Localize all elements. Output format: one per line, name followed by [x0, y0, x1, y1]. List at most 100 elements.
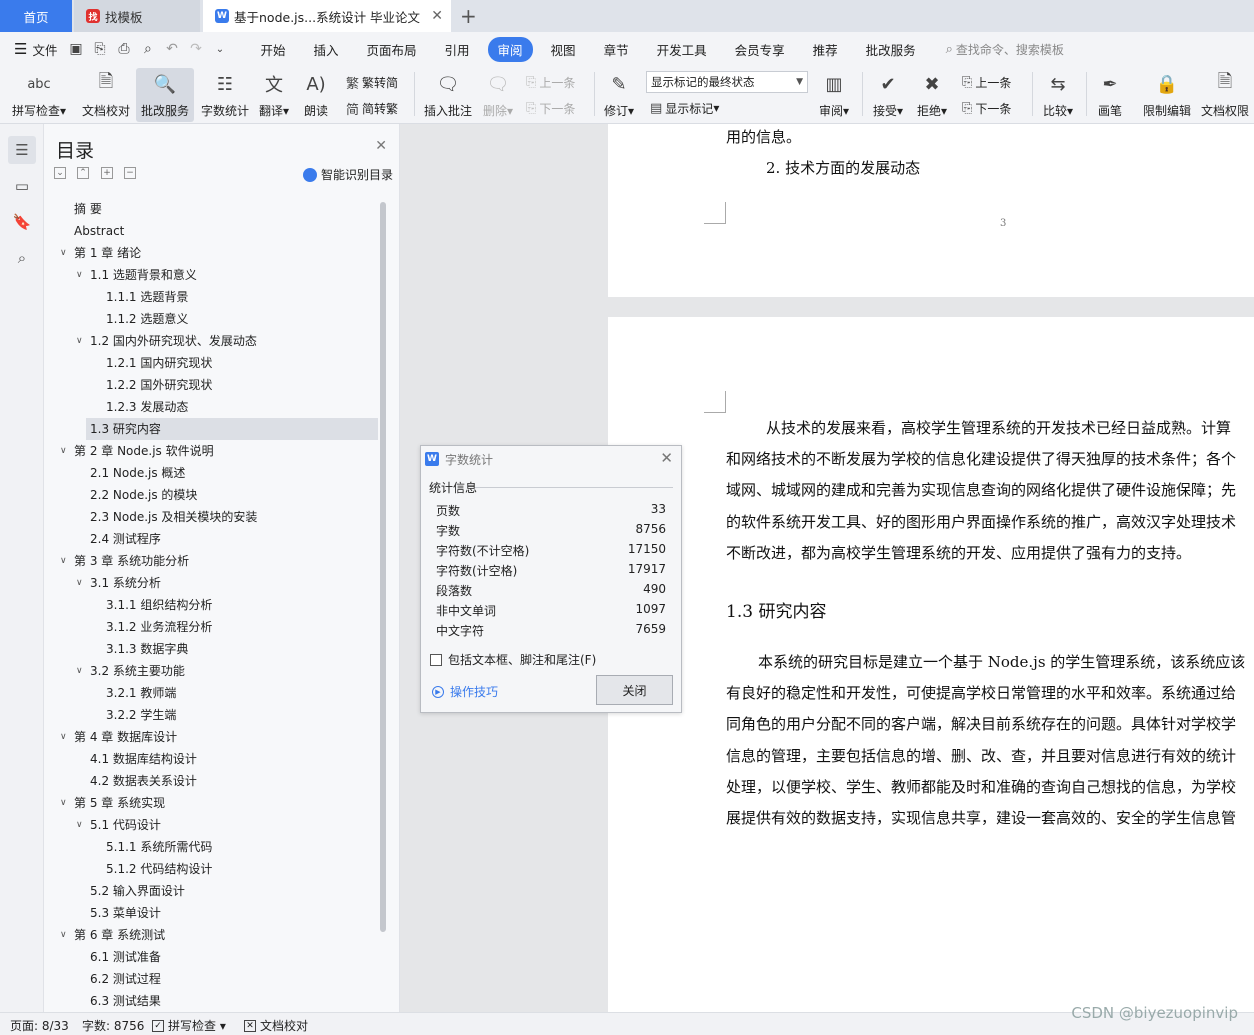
- review-service-button[interactable]: 🔍 批改服务: [136, 68, 194, 122]
- chevron-down-icon[interactable]: ∨: [76, 264, 83, 286]
- chevron-down-icon[interactable]: ∨: [76, 660, 83, 682]
- toc-item[interactable]: ∨ 5.1 代码设计: [52, 814, 378, 836]
- toc-item[interactable]: 3.1.2 业务流程分析: [52, 616, 378, 638]
- delete-comment-button[interactable]: 🗨 删除▾: [480, 68, 516, 122]
- compare-button[interactable]: ⇆ 比较▾: [1038, 68, 1078, 122]
- bookmark-icon[interactable]: 🔖: [8, 208, 36, 236]
- toc-item[interactable]: 6.3 测试结果: [52, 990, 378, 1012]
- toc-item[interactable]: 1.1.1 选题背景: [52, 286, 378, 308]
- toc-item[interactable]: 4.1 数据库结构设计: [52, 748, 378, 770]
- toc-item[interactable]: 摘 要: [52, 198, 378, 220]
- toc-item[interactable]: ∨ 第 5 章 系统实现: [52, 792, 378, 814]
- expand-up-icon[interactable]: ⌃: [77, 167, 89, 179]
- search-icon[interactable]: ⌕: [8, 244, 36, 272]
- chevron-down-icon[interactable]: ∨: [60, 792, 67, 814]
- translate-button[interactable]: 文 翻译▾: [256, 68, 292, 122]
- toc-item[interactable]: 5.1.2 代码结构设计: [52, 858, 378, 880]
- menu-review-service[interactable]: 批改服务: [856, 37, 926, 62]
- toc-item[interactable]: 1.3 研究内容: [86, 418, 378, 440]
- trad-to-simp-button[interactable]: 繁繁转简: [346, 72, 398, 92]
- toc-item[interactable]: 2.3 Node.js 及相关模块的安装: [52, 506, 378, 528]
- toc-item[interactable]: ∨ 1.1 选题背景和意义: [52, 264, 378, 286]
- export-pdf-icon[interactable]: ⎘: [91, 41, 108, 57]
- add-heading-icon[interactable]: +: [101, 167, 113, 179]
- toc-item[interactable]: ∨ 第 4 章 数据库设计: [52, 726, 378, 748]
- toc-item[interactable]: 6.2 测试过程: [52, 968, 378, 990]
- insert-comment-button[interactable]: 🗨 插入批注: [420, 68, 476, 122]
- tab-home[interactable]: 首页: [0, 0, 72, 32]
- toc-item[interactable]: 3.1.1 组织结构分析: [52, 594, 378, 616]
- toc-item[interactable]: 2.1 Node.js 概述: [52, 462, 378, 484]
- chevron-down-icon[interactable]: ∨: [60, 550, 67, 572]
- spell-check-status[interactable]: ✓ 拼写检查 ▾: [152, 1017, 226, 1034]
- more-chevron-icon[interactable]: ⌄: [211, 44, 228, 55]
- toc-item[interactable]: ∨ 3.2 系统主要功能: [52, 660, 378, 682]
- track-changes-button[interactable]: ✎ 修订▾: [600, 68, 638, 122]
- toc-item[interactable]: ∨ 第 2 章 Node.js 软件说明: [52, 440, 378, 462]
- redo-icon[interactable]: ↷: [187, 41, 204, 57]
- print-icon[interactable]: ⎙: [115, 41, 132, 57]
- undo-icon[interactable]: ↶: [163, 41, 180, 57]
- close-icon[interactable]: ✕: [660, 449, 673, 467]
- chevron-down-icon[interactable]: ∨: [60, 726, 67, 748]
- toc-item[interactable]: 2.4 测试程序: [52, 528, 378, 550]
- doc-permission-button[interactable]: 🗎 文档权限: [1198, 68, 1252, 122]
- save-icon[interactable]: ▣: [67, 41, 84, 57]
- toc-item[interactable]: 6.1 测试准备: [52, 946, 378, 968]
- reject-button[interactable]: ✖ 拒绝▾: [912, 68, 952, 122]
- menu-start[interactable]: 开始: [250, 37, 295, 62]
- toc-panel-icon[interactable]: ☰: [8, 136, 36, 164]
- doc-proof-button[interactable]: 🗎 文档校对: [78, 68, 134, 122]
- plus-icon[interactable]: +: [460, 4, 477, 28]
- remove-heading-icon[interactable]: −: [124, 167, 136, 179]
- toc-item[interactable]: 1.2.2 国外研究现状: [52, 374, 378, 396]
- include-textbox-checkbox[interactable]: 包括文本框、脚注和尾注(F): [430, 651, 596, 668]
- menu-insert[interactable]: 插入: [303, 37, 348, 62]
- accept-button[interactable]: ✔ 接受▾: [868, 68, 908, 122]
- page-indicator[interactable]: 页面: 8/33: [10, 1017, 69, 1034]
- simp-to-trad-button[interactable]: 简简转繁: [346, 98, 398, 118]
- toc-item[interactable]: 3.2.2 学生端: [52, 704, 378, 726]
- show-markup-button[interactable]: ▤ 显示标记 ▾: [650, 98, 719, 118]
- toc-scrollbar[interactable]: [380, 202, 386, 932]
- toc-item[interactable]: 1.2.1 国内研究现状: [52, 352, 378, 374]
- print-preview-icon[interactable]: ⌕: [139, 41, 156, 57]
- pen-button[interactable]: ✒ 画笔: [1092, 68, 1128, 122]
- review-pane-button[interactable]: ▥ 审阅▾: [814, 68, 854, 122]
- command-search[interactable]: ⌕ 查找命令、搜索模板: [946, 41, 1064, 58]
- word-count-indicator[interactable]: 字数: 8756: [82, 1017, 144, 1034]
- chevron-down-icon[interactable]: ∨: [60, 440, 67, 462]
- toc-item[interactable]: ∨ 3.1 系统分析: [52, 572, 378, 594]
- menu-developer[interactable]: 开发工具: [647, 37, 717, 62]
- chevron-down-icon[interactable]: ∨: [60, 924, 67, 946]
- menu-references[interactable]: 引用: [435, 37, 480, 62]
- toc-item[interactable]: 5.3 菜单设计: [52, 902, 378, 924]
- word-count-button[interactable]: ☷ 字数统计: [197, 68, 253, 122]
- toc-item[interactable]: 3.2.1 教师端: [52, 682, 378, 704]
- spell-check-button[interactable]: abc 拼写检查▾: [8, 68, 70, 122]
- toc-item[interactable]: Abstract: [52, 220, 378, 242]
- toc-item[interactable]: ∨ 1.2 国内外研究现状、发展动态: [52, 330, 378, 352]
- file-menu[interactable]: ☰ 文件: [14, 40, 57, 59]
- menu-page-layout[interactable]: 页面布局: [357, 37, 427, 62]
- tab-template[interactable]: 找 找模板: [74, 0, 200, 32]
- doc-proof-status[interactable]: ✕ 文档校对: [244, 1017, 308, 1034]
- collapse-all-icon[interactable]: ⌄: [54, 167, 66, 179]
- chapter-nav-icon[interactable]: ▭: [8, 172, 36, 200]
- smart-toc-button[interactable]: 智能识别目录: [302, 166, 393, 183]
- chevron-down-icon[interactable]: ∨: [60, 242, 67, 264]
- prev-change-button[interactable]: ⎘ 上一条: [962, 72, 1011, 92]
- close-button[interactable]: 关闭: [596, 675, 673, 705]
- close-icon[interactable]: ✕: [431, 8, 443, 24]
- toc-item[interactable]: ∨ 第 6 章 系统测试: [52, 924, 378, 946]
- menu-recommend[interactable]: 推荐: [803, 37, 848, 62]
- chevron-down-icon[interactable]: ∨: [76, 814, 83, 836]
- prev-comment-button[interactable]: ⎘ 上一条: [526, 72, 575, 92]
- toc-item[interactable]: 1.2.3 发展动态: [52, 396, 378, 418]
- restrict-edit-button[interactable]: 🔒 限制编辑: [1140, 68, 1194, 122]
- toc-item[interactable]: 4.2 数据表关系设计: [52, 770, 378, 792]
- tips-link[interactable]: ▶ 操作技巧: [432, 683, 498, 700]
- toc-item[interactable]: ∨ 第 1 章 绪论: [52, 242, 378, 264]
- chevron-down-icon[interactable]: ∨: [76, 572, 83, 594]
- markup-state-select[interactable]: 显示标记的最终状态 ▼: [646, 71, 808, 93]
